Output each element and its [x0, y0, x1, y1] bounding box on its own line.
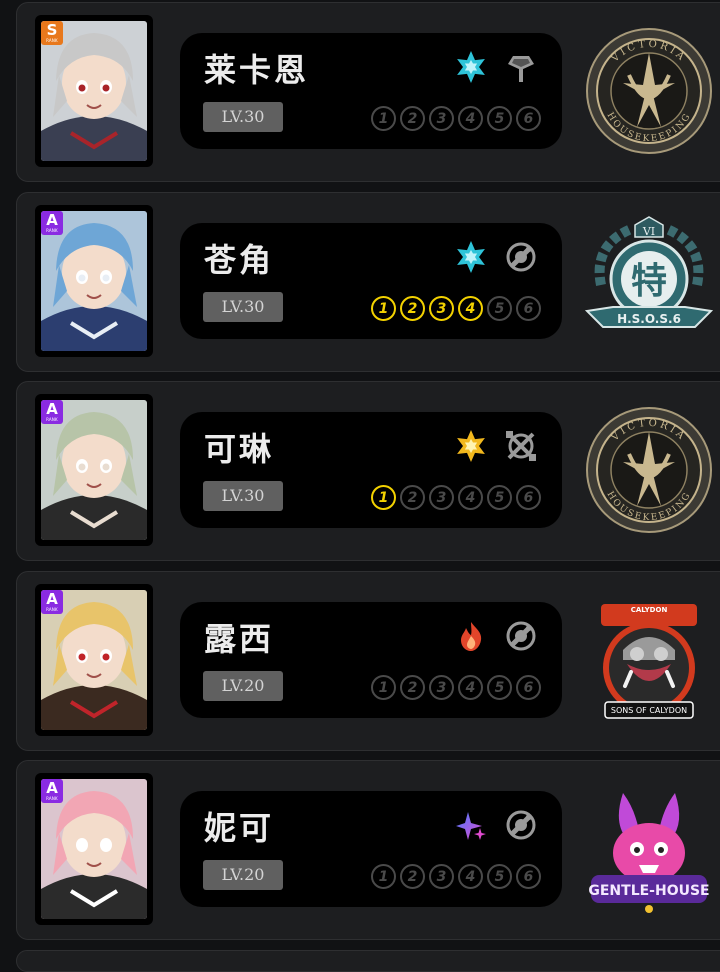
mindscape-level-3: 3 [429, 485, 454, 510]
agent-name: 妮可 [204, 809, 275, 847]
faction-emblem: CALYDON SONS OF CALYDON [583, 594, 715, 726]
rank-letter: A [46, 779, 58, 797]
faction-emblem: VI 特 H.S.O.S.6 [583, 215, 715, 347]
mindscape-indicators: 123456 [371, 485, 541, 510]
agent-card[interactable]: A RANK 妮可 LV.20 1 2 3 4 5 6 GENTLE-HOUSE [16, 760, 720, 940]
rank-sub-label: RANK [46, 417, 58, 422]
mindscape-level-6: 6 [516, 106, 541, 131]
agent-portrait-frame: A RANK [35, 394, 153, 546]
agent-portrait-frame: A RANK [35, 205, 153, 357]
ice-star-icon [454, 240, 488, 274]
physical-star-icon [454, 429, 488, 463]
mindscape-level-5: 5 [487, 106, 512, 131]
svg-text:H.S.O.S.6: H.S.O.S.6 [617, 312, 681, 326]
agent-info-panel: 妮可 LV.20 1 2 3 4 5 6 [180, 791, 562, 907]
mindscape-level-6: 6 [516, 296, 541, 321]
ether-sparkle-icon [454, 808, 488, 842]
rank-badge: A RANK [41, 590, 63, 614]
mindscape-indicators: 123456 [371, 296, 541, 321]
agent-card[interactable]: A RANK 苍角 LV.30 1 2 3 4 5 6 VI 特 H.S.O.S.6 [16, 192, 720, 372]
rank-sub-label: RANK [46, 228, 58, 233]
mindscape-level-1: 1 [371, 485, 396, 510]
rank-sub-label: RANK [46, 607, 58, 612]
mindscape-level-1: 1 [371, 864, 396, 889]
agent-info-panel: 苍角 LV.30 1 2 3 4 5 6 [180, 223, 562, 339]
mindscape-level-2: 2 [400, 296, 425, 321]
faction-emblem: VICTORIA HOUSEKEEPING [583, 25, 715, 157]
agent-level-badge: LV.30 [203, 292, 283, 322]
mindscape-level-4: 4 [458, 485, 483, 510]
rank-badge: S RANK [41, 21, 63, 45]
mindscape-level-3: 3 [429, 675, 454, 700]
ice-star-icon [454, 50, 488, 84]
agent-level-badge: LV.30 [203, 102, 283, 132]
agent-level-badge: LV.20 [203, 671, 283, 701]
mindscape-level-5: 5 [487, 485, 512, 510]
mindscape-level-6: 6 [516, 675, 541, 700]
mindscape-level-5: 5 [487, 675, 512, 700]
support-icon [504, 808, 538, 842]
rank-badge: A RANK [41, 779, 63, 803]
mindscape-indicators: 123456 [371, 106, 541, 131]
mindscape-level-4: 4 [458, 864, 483, 889]
attack-swords-icon [504, 429, 538, 463]
svg-text:GENTLE-HOUSE: GENTLE-HOUSE [588, 883, 709, 899]
mindscape-level-3: 3 [429, 106, 454, 131]
rank-badge: A RANK [41, 400, 63, 424]
mindscape-level-4: 4 [458, 675, 483, 700]
svg-text:SONS OF CALYDON: SONS OF CALYDON [611, 706, 687, 715]
rank-letter: A [46, 400, 58, 418]
stun-axe-icon [504, 50, 538, 84]
mindscape-level-6: 6 [516, 485, 541, 510]
mindscape-indicators: 123456 [371, 675, 541, 700]
rank-letter: A [46, 211, 58, 229]
agent-name: 苍角 [204, 241, 275, 279]
mindscape-level-4: 4 [458, 296, 483, 321]
mindscape-level-2: 2 [400, 485, 425, 510]
agent-portrait-frame: A RANK [35, 584, 153, 736]
mindscape-indicators: 123456 [371, 864, 541, 889]
agent-card[interactable]: S RANK 莱卡恩 LV.30 1 2 3 4 5 6 VICTORIA HOUSEKEEPIN… [16, 2, 720, 182]
agent-info-panel: 可琳 LV.30 1 2 3 4 5 6 [180, 412, 562, 528]
mindscape-level-3: 3 [429, 864, 454, 889]
agent-info-panel: 露西 LV.20 1 2 3 4 5 6 [180, 602, 562, 718]
agent-info-panel: 莱卡恩 LV.30 1 2 3 4 5 6 [180, 33, 562, 149]
agent-card[interactable]: A RANK 可琳 LV.30 1 2 3 4 5 6 VICTORIA HOUSEKEEPING [16, 381, 720, 561]
fire-icon [454, 619, 488, 653]
agent-card[interactable]: A RANK 露西 LV.20 1 2 3 4 5 6 CALYDON SONS OF CALYD… [16, 571, 720, 751]
agent-level-badge: LV.30 [203, 481, 283, 511]
agent-name: 露西 [204, 620, 275, 658]
mindscape-level-4: 4 [458, 106, 483, 131]
mindscape-level-5: 5 [487, 864, 512, 889]
next-agent-card-partial[interactable] [16, 950, 720, 972]
agent-level-badge: LV.20 [203, 860, 283, 890]
mindscape-level-2: 2 [400, 675, 425, 700]
faction-emblem: GENTLE-HOUSE [583, 783, 715, 915]
svg-text:特: 特 [631, 261, 667, 302]
mindscape-level-6: 6 [516, 864, 541, 889]
rank-letter: S [46, 21, 58, 39]
svg-text:VI: VI [642, 225, 655, 238]
mindscape-level-1: 1 [371, 296, 396, 321]
agent-name: 莱卡恩 [204, 51, 310, 89]
mindscape-level-5: 5 [487, 296, 512, 321]
mindscape-level-2: 2 [400, 864, 425, 889]
svg-text:CALYDON: CALYDON [631, 606, 668, 614]
agent-portrait-frame: S RANK [35, 15, 153, 167]
rank-sub-label: RANK [46, 38, 58, 43]
rank-letter: A [46, 590, 58, 608]
support-icon [504, 240, 538, 274]
agent-name: 可琳 [204, 430, 275, 468]
rank-badge: A RANK [41, 211, 63, 235]
mindscape-level-2: 2 [400, 106, 425, 131]
faction-emblem: VICTORIA HOUSEKEEPING [583, 404, 715, 536]
mindscape-level-1: 1 [371, 675, 396, 700]
rank-sub-label: RANK [46, 796, 58, 801]
mindscape-level-1: 1 [371, 106, 396, 131]
mindscape-level-3: 3 [429, 296, 454, 321]
agent-portrait-frame: A RANK [35, 773, 153, 925]
support-icon [504, 619, 538, 653]
